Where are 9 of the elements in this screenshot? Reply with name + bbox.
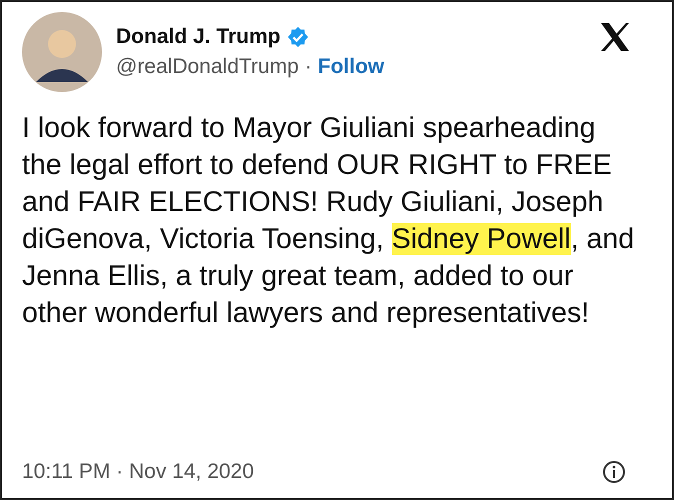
x-logo-icon[interactable] <box>600 22 630 52</box>
tweet-text: I look forward to Mayor Giuliani spearheading the legal effort to defend OUR RIGHT to FREE and FAIR ELECTIONS! Rudy Giuliani, Joseph diGenova, Victoria Toensing, Sidney Powell, and Jenna Ellis, a truly great team, added to our other wonderful lawyers and representatives! <box>22 111 636 331</box>
avatar-icon[interactable] <box>22 12 102 92</box>
timestamp[interactable]: 10:11 PM · Nov 14, 2020 <box>22 460 254 484</box>
separator-dot: · <box>304 55 312 79</box>
info-icon[interactable] <box>602 460 626 484</box>
author-name[interactable]: Donald J. Trump <box>116 25 281 49</box>
author-handle: @realDonaldTrump <box>116 55 299 79</box>
follow-link[interactable]: Follow <box>318 55 384 79</box>
